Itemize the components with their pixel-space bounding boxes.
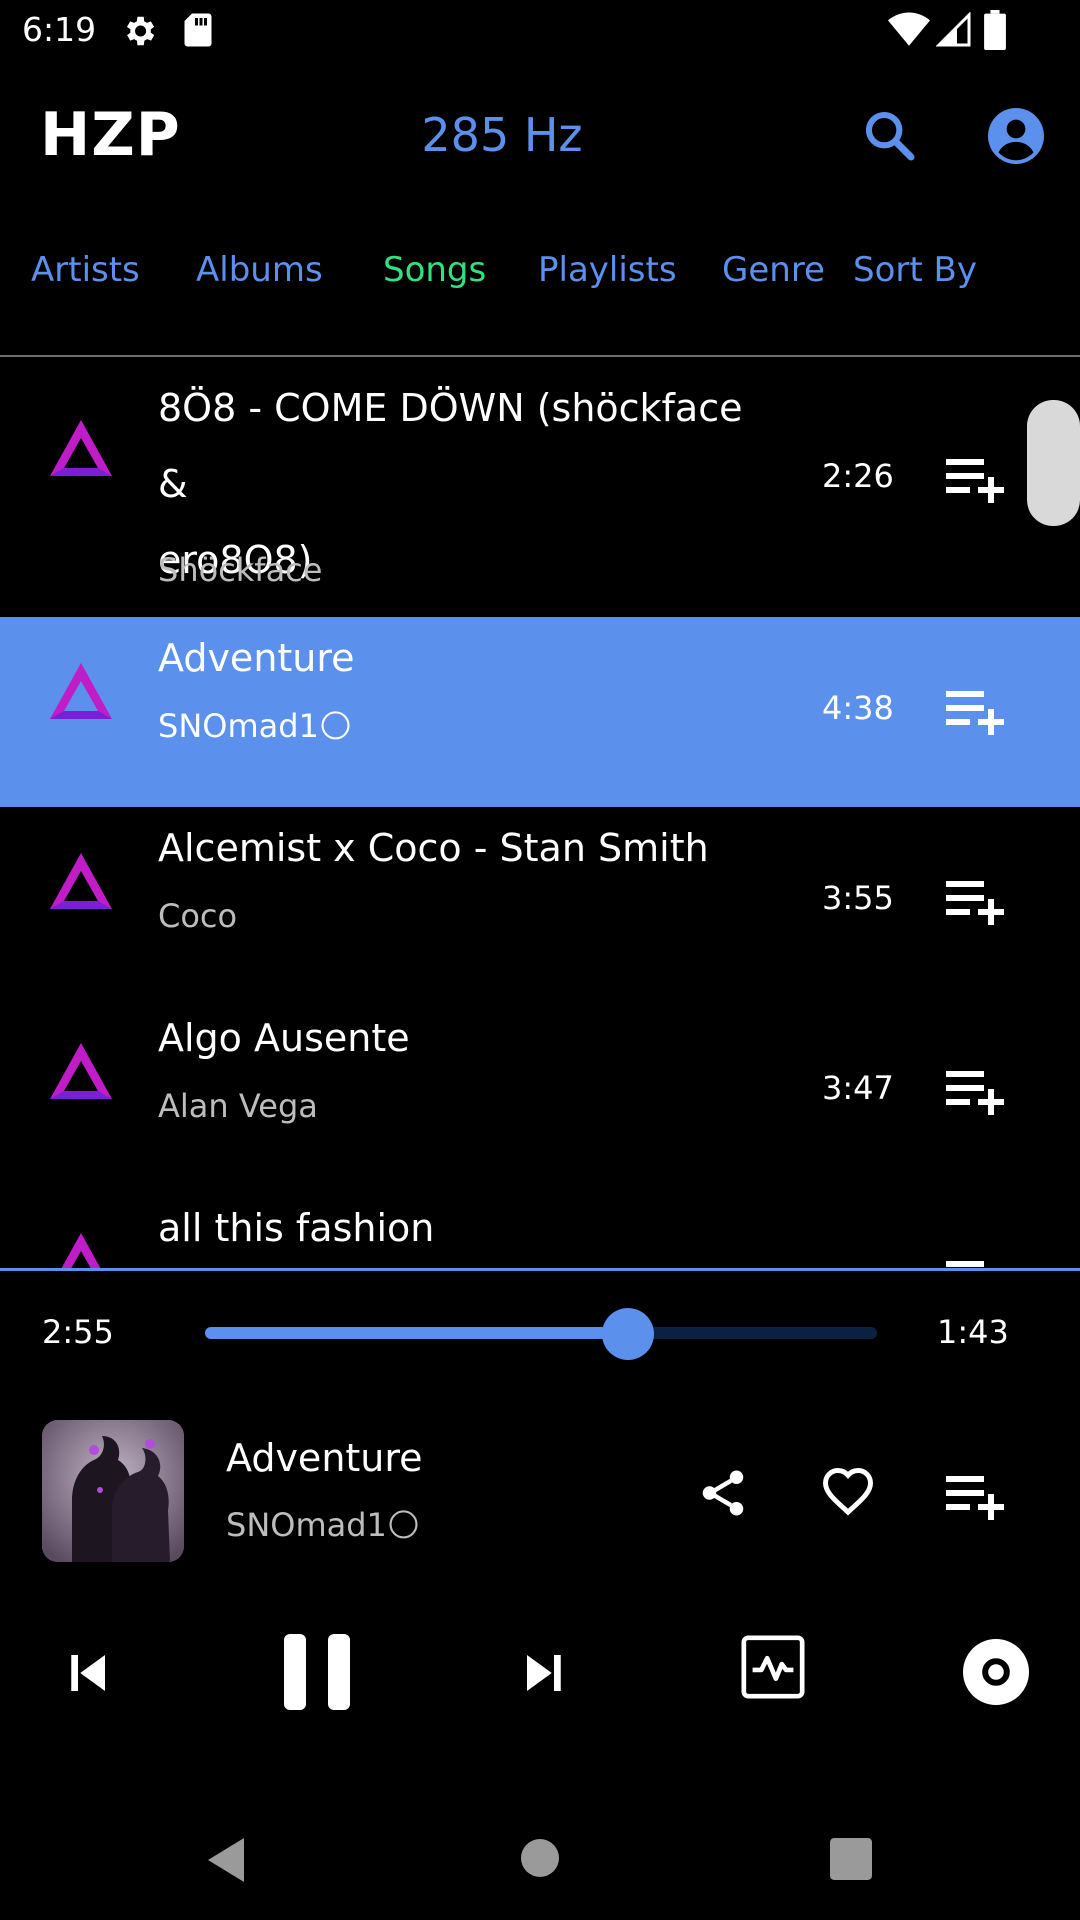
- share-icon[interactable]: [696, 1466, 750, 1520]
- pause-icon[interactable]: [284, 1634, 350, 1710]
- song-title: Adventure: [158, 636, 355, 680]
- playlist-add-icon[interactable]: [946, 1069, 1004, 1115]
- status-bar: 6:19: [0, 0, 1080, 64]
- song-list[interactable]: 8Ö8 - COME DÖWN (shöckface & ero8O8) Shö…: [0, 357, 1080, 1268]
- system-nav-bar: [0, 1800, 1080, 1920]
- song-title: Alcemist x Coco - Stan Smith: [158, 826, 709, 870]
- remaining-time: 1:43: [937, 1313, 1009, 1351]
- song-artist: SNOmad1🌕: [158, 707, 353, 745]
- song-triangle-icon: [61, 1233, 101, 1268]
- player-top-border: [0, 1268, 1080, 1271]
- song-title: Algo Ausente: [158, 1016, 410, 1060]
- settings-icon: [126, 16, 155, 46]
- cell-signal-icon: [936, 12, 971, 47]
- song-row[interactable]: all this fashion: [0, 1187, 1080, 1268]
- tab-genre[interactable]: Genre: [722, 250, 825, 290]
- now-playing-title: Adventure: [226, 1436, 423, 1480]
- song-triangle-icon: [50, 1043, 112, 1099]
- seek-thumb[interactable]: [602, 1308, 655, 1360]
- playlist-add-icon[interactable]: [946, 457, 1004, 503]
- playlist-add-icon[interactable]: [946, 879, 1004, 925]
- repeat-circle-icon[interactable]: [960, 1636, 1032, 1708]
- song-artist: Coco: [158, 897, 238, 935]
- tab-playlists[interactable]: Playlists: [538, 250, 677, 290]
- elapsed-time: 2:55: [42, 1313, 114, 1351]
- tab-sort-by[interactable]: Sort By: [853, 250, 977, 290]
- heart-icon[interactable]: [820, 1466, 876, 1520]
- frequency-label: 285 Hz: [421, 108, 583, 162]
- tab-albums[interactable]: Albums: [196, 250, 323, 290]
- battery-icon: [984, 10, 1006, 50]
- song-duration: 3:55: [822, 879, 894, 917]
- equalizer-icon[interactable]: [738, 1632, 808, 1702]
- playlist-add-icon[interactable]: [946, 689, 1004, 735]
- song-row-selected[interactable]: Adventure SNOmad1🌕 4:38: [0, 617, 1080, 807]
- album-art[interactable]: [42, 1420, 184, 1562]
- tab-artists[interactable]: Artists: [31, 250, 140, 290]
- song-triangle-icon: [50, 420, 112, 476]
- playlist-add-icon[interactable]: [946, 1474, 1004, 1520]
- account-icon[interactable]: [988, 108, 1044, 164]
- search-icon[interactable]: [862, 108, 918, 164]
- song-duration: 3:47: [822, 1069, 894, 1107]
- song-title: all this fashion: [158, 1206, 435, 1250]
- song-artist: Alan Vega: [158, 1087, 318, 1125]
- status-time: 6:19: [22, 10, 97, 49]
- tab-songs[interactable]: Songs: [383, 250, 486, 290]
- song-row[interactable]: Algo Ausente Alan Vega 3:47: [0, 997, 1080, 1187]
- home-icon[interactable]: [520, 1838, 560, 1878]
- sd-card-icon: [184, 13, 212, 47]
- song-triangle-icon: [50, 853, 112, 909]
- song-artist: Shöckface: [158, 551, 323, 589]
- now-playing-artist: SNOmad1🌕: [226, 1506, 421, 1544]
- song-row[interactable]: Alcemist x Coco - Stan Smith Coco 3:55: [0, 807, 1080, 997]
- back-icon[interactable]: [204, 1836, 248, 1884]
- song-duration: 2:26: [822, 457, 894, 495]
- scrollbar-thumb[interactable]: [1027, 400, 1080, 526]
- playlist-add-icon[interactable]: [946, 1259, 1004, 1268]
- seek-progress: [205, 1327, 629, 1339]
- recents-icon[interactable]: [830, 1838, 872, 1880]
- song-duration: 4:38: [822, 689, 894, 727]
- wifi-icon: [888, 12, 930, 46]
- song-triangle-icon: [50, 663, 112, 719]
- skip-next-icon[interactable]: [518, 1646, 572, 1700]
- song-row[interactable]: 8Ö8 - COME DÖWN (shöckface & ero8O8) Shö…: [0, 357, 1080, 617]
- skip-previous-icon[interactable]: [60, 1646, 114, 1700]
